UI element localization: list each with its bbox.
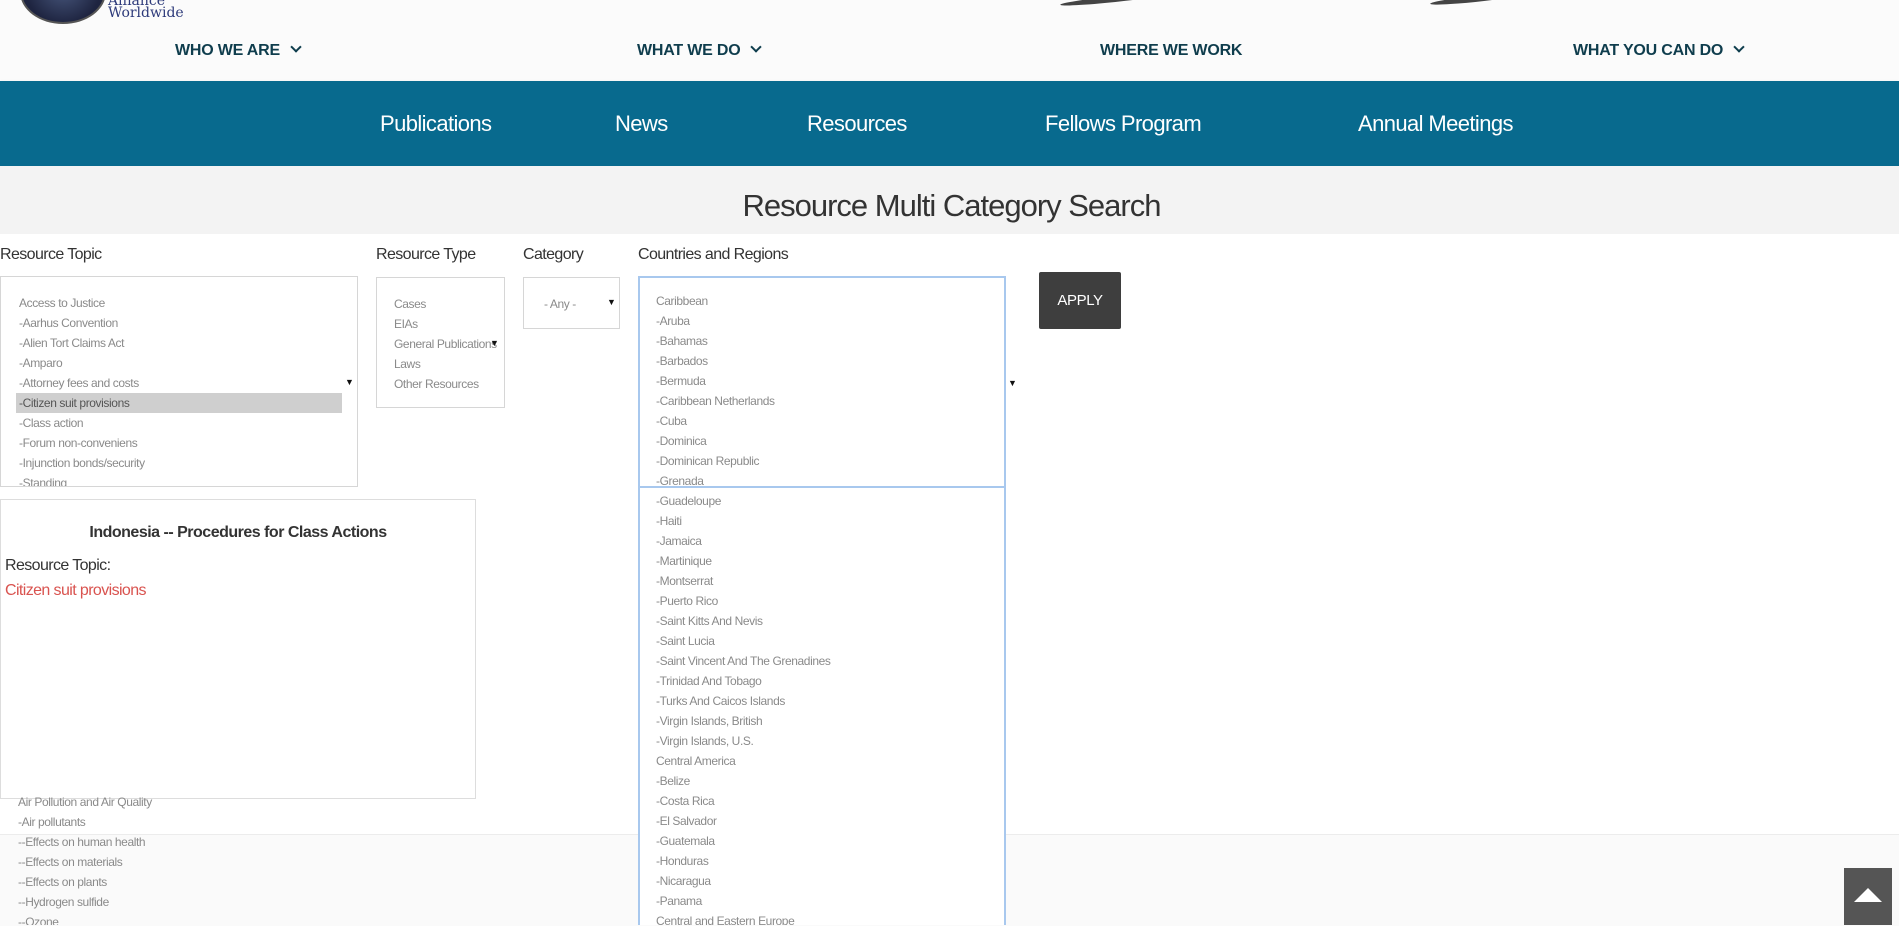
result-title[interactable]: Indonesia -- Procedures for Class Action… bbox=[1, 524, 475, 542]
country-option[interactable]: -Virgin Islands, British bbox=[656, 711, 996, 731]
result-topic-label: Resource Topic: bbox=[5, 557, 111, 574]
secondary-nav-resources[interactable]: Resources bbox=[807, 111, 907, 137]
country-option[interactable]: -Barbados bbox=[656, 351, 996, 371]
country-option[interactable]: -Puerto Rico bbox=[656, 591, 996, 611]
resource-topic-label: Resource Topic bbox=[0, 246, 102, 263]
topic-option[interactable]: --Effects on materials bbox=[18, 852, 338, 872]
country-option[interactable]: -Haiti bbox=[656, 511, 996, 531]
countries-options: Caribbean -Aruba -Bahamas -Barbados -Ber… bbox=[656, 291, 996, 925]
topic-option[interactable]: -Air pollutants bbox=[18, 812, 338, 832]
title-band: Resource Multi Category Search bbox=[0, 166, 1899, 234]
secondary-nav: Publications News Resources Fellows Prog… bbox=[0, 81, 1899, 166]
caret-down-icon: ▼ bbox=[490, 338, 499, 348]
country-option[interactable]: -Bermuda bbox=[656, 371, 996, 391]
country-option[interactable]: Central and Eastern Europe bbox=[656, 911, 996, 925]
type-option[interactable]: General Publications bbox=[394, 334, 504, 354]
topic-option[interactable]: -Class action bbox=[16, 413, 342, 433]
type-option[interactable]: EIAs bbox=[394, 314, 504, 334]
topic-option[interactable]: -Attorney fees and costs bbox=[16, 373, 342, 393]
category-select[interactable]: - Any - ▼ bbox=[523, 277, 620, 329]
topic-option[interactable]: Air Pollution and Air Quality bbox=[18, 792, 338, 812]
topic-option[interactable]: -Aarhus Convention bbox=[16, 313, 342, 333]
caret-down-icon: ▼ bbox=[1008, 378, 1017, 388]
country-option[interactable]: -Cuba bbox=[656, 411, 996, 431]
country-option[interactable]: Caribbean bbox=[656, 291, 996, 311]
countries-label: Countries and Regions bbox=[638, 246, 789, 263]
country-option[interactable]: -Dominican Republic bbox=[656, 451, 996, 471]
category-label: Category bbox=[523, 246, 584, 263]
nav-label: WHERE WE WORK bbox=[1100, 42, 1243, 59]
decorative-swoosh bbox=[1429, 0, 1521, 7]
country-option[interactable]: -Aruba bbox=[656, 311, 996, 331]
arrow-up-icon bbox=[1854, 888, 1882, 902]
result-topic-link[interactable]: Citizen suit provisions bbox=[5, 582, 147, 600]
topic-option[interactable]: --Effects on human health bbox=[18, 832, 338, 852]
chevron-down-icon bbox=[290, 41, 302, 53]
topic-option[interactable]: -Alien Tort Claims Act bbox=[16, 333, 342, 353]
back-to-top-button[interactable] bbox=[1844, 868, 1892, 925]
topic-option[interactable]: -Standing bbox=[16, 473, 342, 486]
nav-what-you-can-do[interactable]: WHAT YOU CAN DO bbox=[1573, 41, 1745, 60]
resource-type-select[interactable]: Cases EIAs General Publications Laws Oth… bbox=[376, 277, 505, 408]
country-option[interactable]: -Guadeloupe bbox=[656, 491, 996, 511]
caret-down-icon: ▼ bbox=[607, 297, 616, 307]
topic-option[interactable]: -Forum non-conveniens bbox=[16, 433, 342, 453]
topic-option[interactable]: -Injunction bonds/security bbox=[16, 453, 342, 473]
country-option[interactable]: -Saint Kitts And Nevis bbox=[656, 611, 996, 631]
chevron-down-icon bbox=[750, 41, 763, 53]
country-option[interactable]: -Nicaragua bbox=[656, 871, 996, 891]
country-option[interactable]: -Grenada bbox=[656, 471, 996, 491]
secondary-nav-fellows-program[interactable]: Fellows Program bbox=[1045, 111, 1202, 137]
country-option[interactable]: -Trinidad And Tobago bbox=[656, 671, 996, 691]
nav-who-we-are[interactable]: WHO WE ARE bbox=[175, 41, 302, 60]
page-title: Resource Multi Category Search bbox=[742, 188, 1162, 223]
caret-down-icon: ▼ bbox=[345, 377, 354, 387]
result-card: Indonesia -- Procedures for Class Action… bbox=[0, 499, 476, 799]
nav-where-we-work[interactable]: WHERE WE WORK bbox=[1100, 42, 1242, 60]
type-option[interactable]: Cases bbox=[394, 294, 504, 314]
nav-label: WHAT YOU CAN DO bbox=[1573, 42, 1724, 59]
secondary-nav-publications[interactable]: Publications bbox=[380, 111, 492, 137]
country-option[interactable]: Central America bbox=[656, 751, 996, 771]
country-option[interactable]: -Guatemala bbox=[656, 831, 996, 851]
country-option[interactable]: -Honduras bbox=[656, 851, 996, 871]
resource-topic-select[interactable]: Access to Justice -Aarhus Convention -Al… bbox=[0, 276, 358, 487]
country-option[interactable]: -Saint Vincent And The Grenadines bbox=[656, 651, 996, 671]
country-option[interactable]: -Virgin Islands, U.S. bbox=[656, 731, 996, 751]
type-option[interactable]: Other Resources bbox=[394, 374, 504, 394]
logo-text-line2: Worldwide bbox=[108, 5, 184, 21]
topic-option[interactable]: --Ozone bbox=[18, 912, 338, 925]
type-option[interactable]: Laws bbox=[394, 354, 504, 374]
country-option[interactable]: -Jamaica bbox=[656, 531, 996, 551]
country-option[interactable]: -Saint Lucia bbox=[656, 631, 996, 651]
chevron-down-icon bbox=[1733, 41, 1745, 53]
secondary-nav-annual-meetings[interactable]: Annual Meetings bbox=[1358, 111, 1513, 137]
site-header: Alliance Worldwide WHO WE ARE WHAT WE DO… bbox=[0, 0, 1899, 81]
topic-option[interactable]: --Hydrogen sulfide bbox=[18, 892, 338, 912]
resource-type-label: Resource Type bbox=[376, 246, 476, 263]
country-option[interactable]: -Turks And Caicos Islands bbox=[656, 691, 996, 711]
topic-option[interactable]: -Amparo bbox=[16, 353, 342, 373]
country-option[interactable]: -El Salvador bbox=[656, 811, 996, 831]
country-option[interactable]: -Belize bbox=[656, 771, 996, 791]
apply-button[interactable]: APPLY bbox=[1039, 272, 1121, 329]
logo-globe-icon[interactable] bbox=[20, 0, 106, 24]
secondary-nav-news[interactable]: News bbox=[615, 111, 668, 137]
country-option[interactable]: -Martinique bbox=[656, 551, 996, 571]
topic-option[interactable]: --Effects on plants bbox=[18, 872, 338, 892]
country-option[interactable]: -Costa Rica bbox=[656, 791, 996, 811]
topic-option[interactable]: Access to Justice bbox=[16, 293, 342, 313]
nav-label: WHO WE ARE bbox=[175, 42, 280, 59]
country-option[interactable]: -Bahamas bbox=[656, 331, 996, 351]
decorative-swoosh bbox=[1059, 0, 1171, 8]
country-option[interactable]: -Montserrat bbox=[656, 571, 996, 591]
topic-overflow-options: Air Pollution and Air Quality -Air pollu… bbox=[18, 792, 338, 925]
country-option[interactable]: -Panama bbox=[656, 891, 996, 911]
country-option[interactable]: -Caribbean Netherlands bbox=[656, 391, 996, 411]
country-option[interactable]: -Dominica bbox=[656, 431, 996, 451]
nav-label: WHAT WE DO bbox=[637, 42, 741, 59]
nav-what-we-do[interactable]: WHAT WE DO bbox=[637, 41, 763, 60]
topic-option-selected[interactable]: -Citizen suit provisions bbox=[16, 393, 342, 413]
